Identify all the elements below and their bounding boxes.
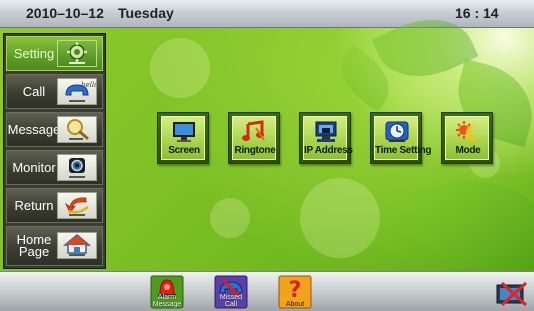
- camera-icon: [57, 154, 97, 181]
- bottom-button-label: Missed Call: [219, 294, 243, 308]
- sidebar-item-call[interactable]: Call hello: [6, 74, 103, 109]
- tile-label: Ringtone: [234, 145, 276, 156]
- svg-text:hello: hello: [81, 81, 96, 89]
- svg-text:?: ?: [289, 278, 302, 303]
- sidebar-menu: Setting Call hello: [3, 33, 106, 269]
- about-button[interactable]: ? About: [278, 275, 312, 309]
- sidebar-item-label: Setting: [13, 45, 55, 61]
- screen-off-button[interactable]: [494, 275, 530, 309]
- tile-screen[interactable]: Screen: [157, 112, 209, 164]
- sidebar-item-label: Monitor: [12, 159, 56, 175]
- bottom-button-label: About: [285, 301, 305, 308]
- tile-mode[interactable]: Mode: [441, 112, 493, 164]
- phone-call-icon: hello: [57, 78, 97, 105]
- sidebar-item-message[interactable]: Message: [6, 112, 103, 147]
- alarm-message-button[interactable]: Alarm Message: [150, 275, 184, 309]
- sidebar-item-label: Home Page: [16, 232, 52, 259]
- sidebar-item-label: Return: [14, 197, 54, 213]
- tile-label: IP Address: [304, 145, 353, 156]
- tile-ip-address[interactable]: IP Address: [299, 112, 353, 164]
- clock-display: 16 : 14: [455, 5, 499, 21]
- magnifier-icon: [57, 116, 97, 143]
- bokeh-light: [210, 198, 250, 238]
- tile-ringtone[interactable]: Ringtone: [228, 112, 280, 164]
- tile-time-setting[interactable]: Time Setting: [370, 112, 432, 164]
- bokeh-light: [150, 38, 210, 98]
- sidebar-item-label: Call: [22, 83, 46, 99]
- tile-face: Time Setting: [374, 116, 432, 160]
- weekday-display: Tuesday: [118, 5, 174, 21]
- sidebar-item-monitor[interactable]: Monitor: [6, 150, 103, 185]
- missed-call-button[interactable]: Missed Call: [214, 275, 248, 309]
- tile-label: Screen: [168, 145, 200, 156]
- bokeh-light: [300, 178, 380, 258]
- tile-face: IP Address: [303, 116, 353, 160]
- intercom-screen: 2010–10–12 Tuesday 16 : 14 Setting Call …: [0, 0, 534, 311]
- return-arrow-icon: [57, 192, 97, 219]
- sidebar-item-label: Message: [7, 121, 61, 137]
- tile-label: Mode: [455, 145, 481, 156]
- bottom-bar: Alarm Message Missed Call ? About: [0, 271, 534, 311]
- tile-face: Screen: [161, 116, 205, 160]
- bottom-button-label: Alarm Message: [152, 294, 182, 308]
- tile-label: Time Setting: [375, 145, 432, 156]
- sidebar-item-home-page[interactable]: Home Page: [6, 226, 103, 266]
- date-display: 2010–10–12: [26, 5, 104, 21]
- settings-icon: [57, 40, 97, 67]
- tile-face: Ringtone: [232, 116, 276, 160]
- sidebar-item-setting[interactable]: Setting: [6, 36, 103, 71]
- tile-face: Mode: [445, 116, 489, 160]
- sidebar-item-return[interactable]: Return: [6, 188, 103, 223]
- house-icon: [57, 232, 97, 259]
